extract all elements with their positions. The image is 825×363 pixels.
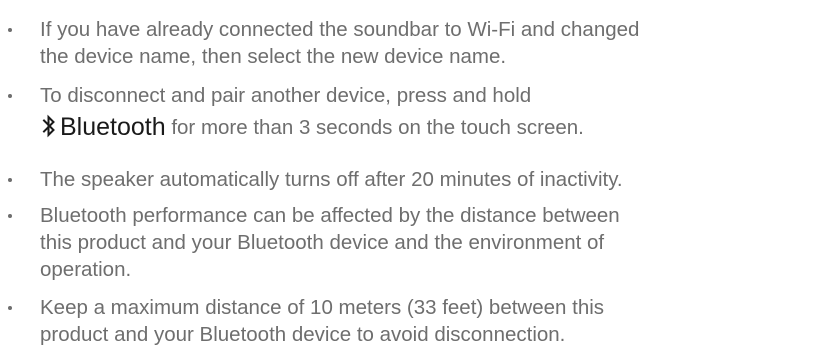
- note-line: Bluetooth performance can be affected by…: [40, 204, 620, 227]
- bullet-icon: [8, 214, 12, 218]
- note-line-tail: for more than 3 seconds on the touch scr…: [165, 116, 584, 139]
- note-line: To disconnect and pair another device, p…: [40, 84, 532, 107]
- note-line: product and your Bluetooth device to avo…: [40, 323, 566, 346]
- bluetooth-button-label: Bluetooth: [60, 113, 166, 141]
- bullet-icon: [8, 94, 12, 98]
- bluetooth-icon: [42, 114, 55, 138]
- note-line: The speaker automatically turns off afte…: [40, 168, 623, 191]
- note-line: Keep a maximum distance of 10 meters (33…: [40, 296, 605, 319]
- notes-list: If you have already connected the soundb…: [0, 0, 825, 363]
- note-line-bluetooth: Bluetooth for more than 3 seconds on the…: [40, 114, 584, 141]
- note-line: the device name, then select the new dev…: [40, 45, 507, 68]
- note-line: this product and your Bluetooth device a…: [40, 231, 605, 254]
- note-line: operation.: [40, 258, 132, 281]
- bullet-icon: [8, 178, 12, 182]
- bullet-icon: [8, 306, 12, 310]
- note-line: If you have already connected the soundb…: [40, 18, 640, 41]
- bullet-icon: [8, 28, 12, 32]
